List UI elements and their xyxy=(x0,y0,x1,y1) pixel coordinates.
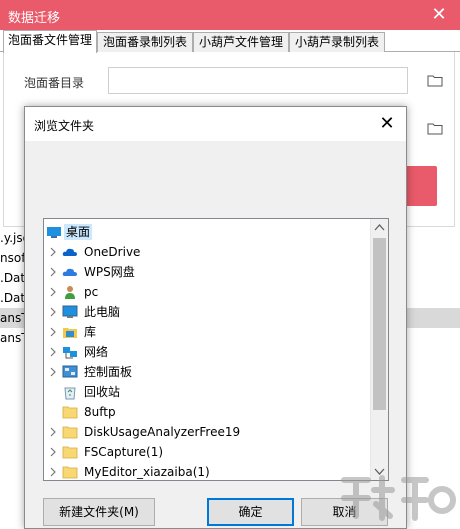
folder-icon xyxy=(62,426,78,439)
chevron-right-icon[interactable] xyxy=(48,306,58,318)
tree-item-recycle-bin[interactable]: 回收站 xyxy=(44,382,370,402)
tree-item-diskusageanalyzer[interactable]: DiskUsageAnalyzerFree19 xyxy=(44,422,370,442)
tree-item-label: pc xyxy=(84,285,99,299)
tab-label: 泡面番录制列表 xyxy=(102,35,187,49)
cloud-icon xyxy=(62,268,77,276)
tree-item-fscapture[interactable]: FSCapture(1) xyxy=(44,442,370,462)
tree-item-label: 控制面板 xyxy=(84,365,133,379)
tree-item-label: 8uftp xyxy=(84,405,116,419)
scroll-up-icon[interactable] xyxy=(371,219,388,236)
tree-item-label: 桌面 xyxy=(64,224,93,240)
watermark-logo xyxy=(341,475,456,521)
close-icon[interactable]: ✕ xyxy=(376,113,398,135)
tree-item-label: 此电脑 xyxy=(84,305,121,319)
folder-tree[interactable]: 桌面 OneDrive WPS网盘 pc 此电脑 库 网络 控制面板 回收站 8… xyxy=(43,218,389,481)
tab-paomianfan-recordings[interactable]: 泡面番录制列表 xyxy=(97,32,193,52)
chevron-right-icon[interactable] xyxy=(48,246,58,258)
tree-item-label: DiskUsageAnalyzerFree19 xyxy=(84,425,241,439)
folder-icon[interactable] xyxy=(427,74,443,87)
chevron-right-icon[interactable] xyxy=(48,466,58,478)
tree-item-label: OneDrive xyxy=(84,245,141,259)
chevron-right-icon[interactable] xyxy=(48,286,58,298)
tree-item-label: WPS网盘 xyxy=(84,265,135,279)
tree-item-network[interactable]: 网络 xyxy=(44,342,370,362)
close-icon[interactable]: ✕ xyxy=(428,4,450,26)
dialog-title: 浏览文件夹 xyxy=(34,119,95,133)
new-folder-button[interactable]: 新建文件夹(M) xyxy=(43,498,155,526)
computer-icon xyxy=(62,305,78,318)
chevron-right-icon[interactable] xyxy=(48,426,58,438)
title-bar: 数据迁移 ✕ xyxy=(0,0,460,30)
cloud-icon xyxy=(62,248,77,256)
scrollbar-thumb[interactable] xyxy=(373,238,386,410)
tab-paomianfan-files[interactable]: 泡面番文件管理 xyxy=(3,30,97,53)
control-panel-icon xyxy=(62,365,78,378)
chevron-right-icon[interactable] xyxy=(48,366,58,378)
browse-folder-dialog: 浏览文件夹 ✕ 桌面 OneDrive WPS网盘 pc 此电脑 库 网络 控制… xyxy=(24,106,407,529)
chevron-right-icon[interactable] xyxy=(48,346,58,358)
tree-item-label: MyEditor_xiazaiba(1) xyxy=(84,465,210,479)
directory-label: 泡面番目录 xyxy=(24,76,85,90)
vertical-scrollbar[interactable] xyxy=(370,219,388,480)
tree-item-desktop[interactable]: 桌面 xyxy=(44,222,370,242)
tree-item-label: 回收站 xyxy=(84,385,121,399)
recycle-bin-icon xyxy=(64,387,76,400)
tab-label: 小葫芦录制列表 xyxy=(294,35,379,49)
tree-item-library[interactable]: 库 xyxy=(44,322,370,342)
tab-xiaohulu-recordings[interactable]: 小葫芦录制列表 xyxy=(289,32,385,52)
action-button[interactable] xyxy=(405,166,437,206)
folder-icon xyxy=(62,446,78,459)
tab-xiaohulu-files[interactable]: 小葫芦文件管理 xyxy=(193,32,289,52)
network-icon xyxy=(63,347,77,359)
chevron-right-icon[interactable] xyxy=(48,266,58,278)
desktop-icon xyxy=(47,227,61,238)
tab-label: 泡面番文件管理 xyxy=(7,33,92,47)
tree-item-wps-drive[interactable]: WPS网盘 xyxy=(44,262,370,282)
user-icon xyxy=(65,286,75,299)
tree-item-myeditor[interactable]: MyEditor_xiazaiba(1) xyxy=(44,462,370,480)
dialog-title-bar: 浏览文件夹 ✕ xyxy=(25,107,406,141)
tab-label: 小葫芦文件管理 xyxy=(198,35,283,49)
tree-item-8uftp[interactable]: 8uftp xyxy=(44,402,370,422)
tab-strip: 泡面番文件管理 泡面番录制列表 小葫芦文件管理 小葫芦录制列表 xyxy=(0,30,460,53)
tree-item-onedrive[interactable]: OneDrive xyxy=(44,242,370,262)
tree-item-pc[interactable]: pc xyxy=(44,282,370,302)
folder-icon[interactable] xyxy=(427,122,443,135)
chevron-right-icon[interactable] xyxy=(48,326,58,338)
library-icon xyxy=(63,328,77,338)
tree-item-label: 库 xyxy=(84,325,97,339)
folder-icon xyxy=(62,466,78,479)
tree-item-this-pc[interactable]: 此电脑 xyxy=(44,302,370,322)
tree-item-label: FSCapture(1) xyxy=(84,445,164,459)
directory-input[interactable] xyxy=(108,67,408,94)
folder-icon xyxy=(62,406,78,419)
tree-item-label: 网络 xyxy=(84,345,109,359)
window-title: 数据迁移 xyxy=(8,11,61,26)
ok-button[interactable]: 确定 xyxy=(207,498,294,526)
tree-item-control-panel[interactable]: 控制面板 xyxy=(44,362,370,382)
chevron-right-icon[interactable] xyxy=(48,446,58,458)
